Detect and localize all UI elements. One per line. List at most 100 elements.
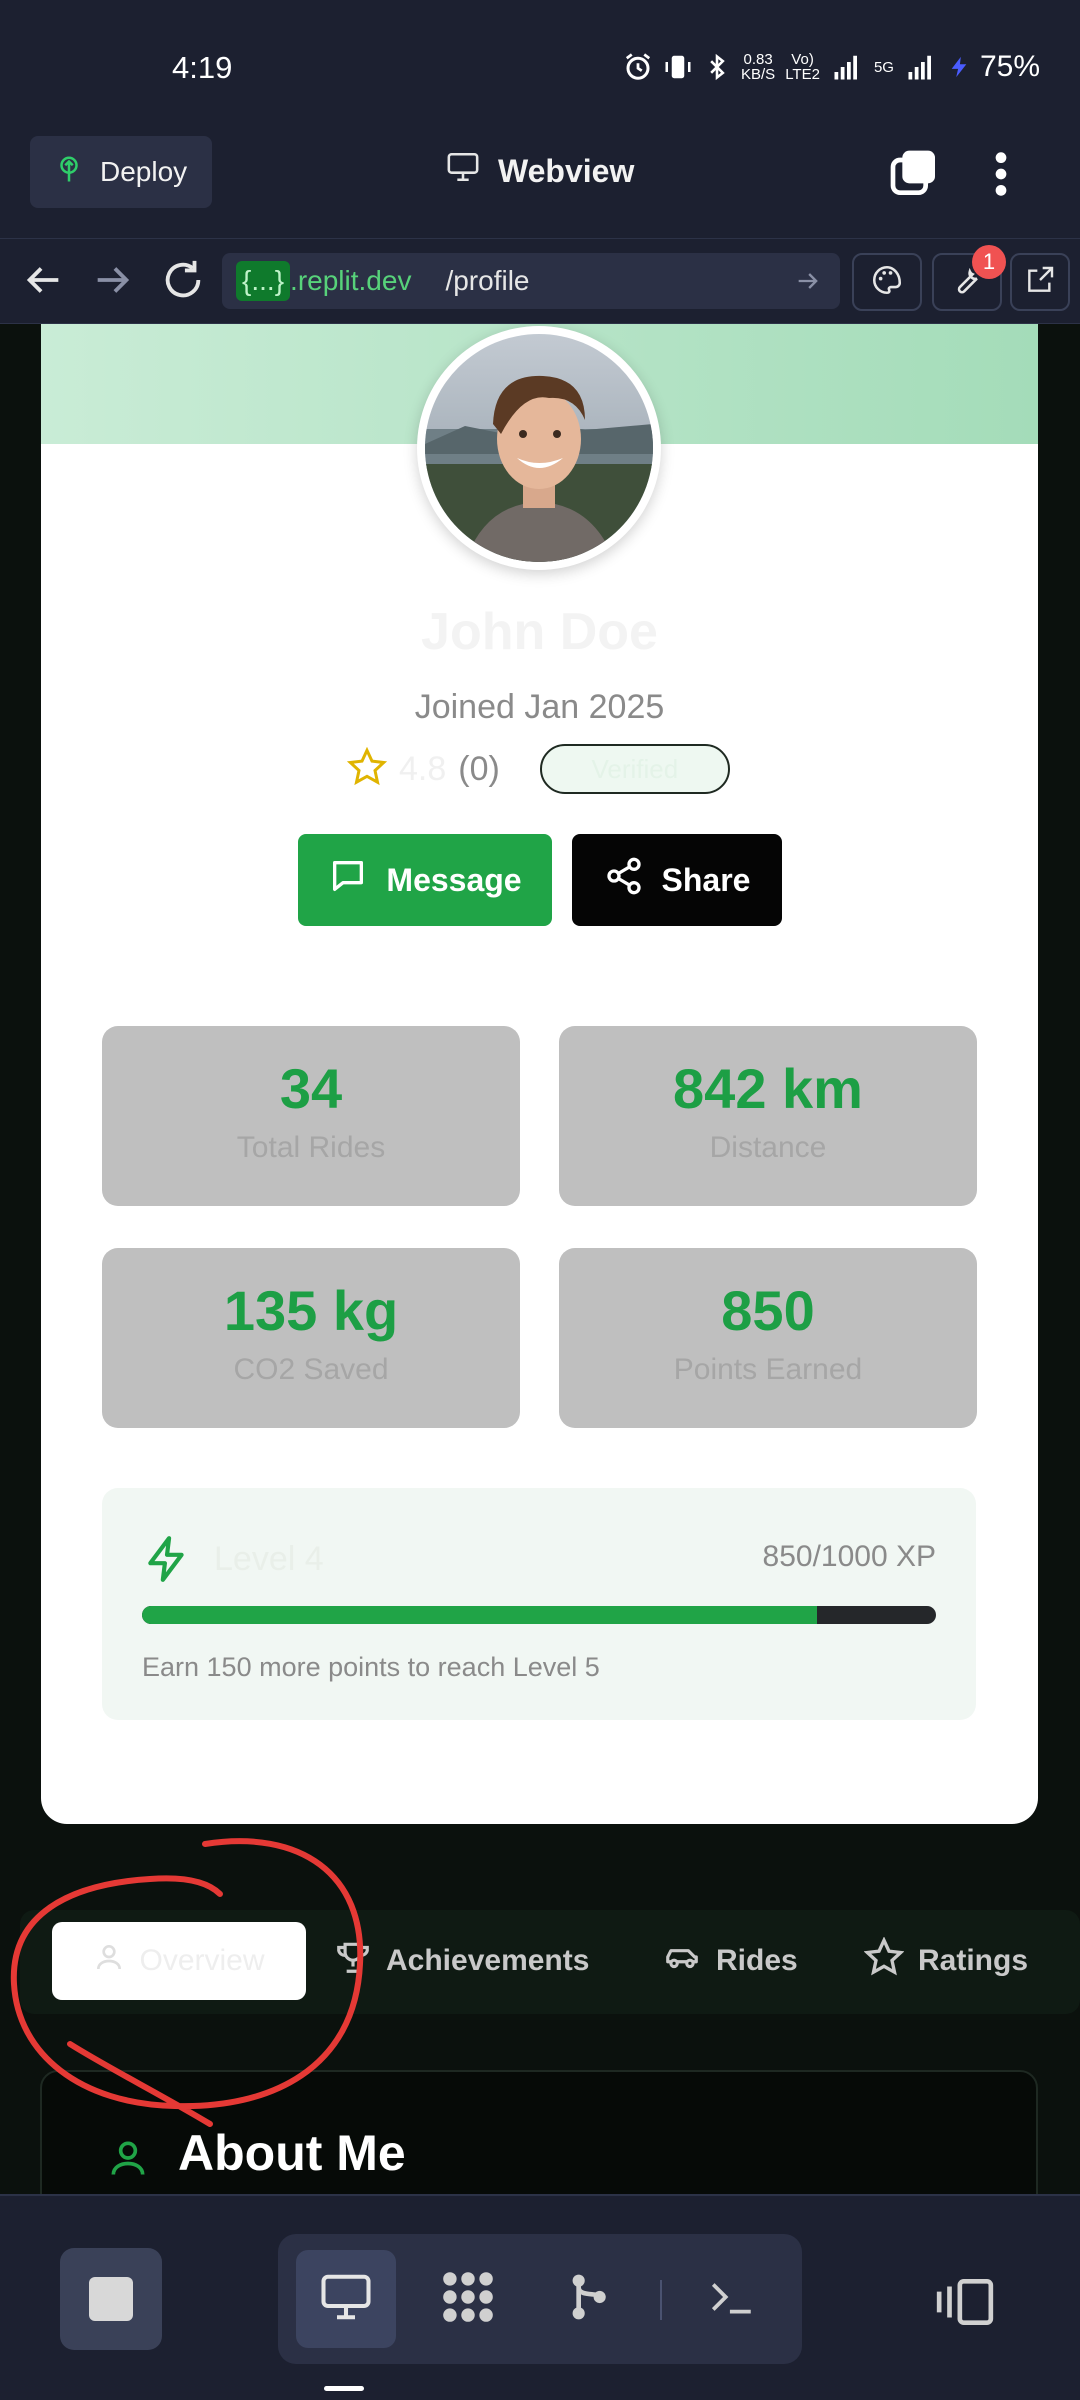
signal-icon-2 <box>904 52 938 82</box>
level-progress-fill <box>142 1606 817 1624</box>
palette-icon <box>870 263 904 302</box>
level-xp: 850/1000 XP <box>762 1540 936 1573</box>
stop-icon <box>89 2277 133 2321</box>
vibrate-icon <box>663 52 693 82</box>
deploy-icon <box>54 152 84 193</box>
webview-title-label: Webview <box>498 152 635 189</box>
more-options-icon[interactable] <box>986 146 1016 207</box>
stat-value: 34 <box>279 1057 343 1120</box>
trophy-icon <box>334 1938 372 1984</box>
stat-co2-saved: 135 kg CO2 Saved <box>102 1248 520 1428</box>
devtools-badge: 1 <box>972 245 1006 279</box>
stat-value: 850 <box>721 1279 815 1342</box>
profile-card: John Doe Joined Jan 2025 4.8 (0) Verifie… <box>41 324 1038 1824</box>
open-external-button[interactable] <box>1010 253 1070 311</box>
tab-label: Ratings <box>918 1944 1029 1977</box>
tab-label: Achievements <box>386 1944 590 1977</box>
external-link-icon <box>1024 264 1056 301</box>
share-button[interactable]: Share <box>572 834 782 926</box>
tool-switcher <box>278 2234 802 2364</box>
url-path: /profile <box>445 265 530 296</box>
app-header: Deploy Webview <box>0 128 1080 238</box>
network-type: 5G <box>873 58 894 76</box>
car-icon <box>662 1938 702 1984</box>
share-label: Share <box>661 861 751 898</box>
message-label: Message <box>386 861 522 898</box>
lightning-icon <box>142 1534 192 1589</box>
share-icon <box>604 856 644 904</box>
git-tool-button[interactable] <box>538 2250 638 2348</box>
level-progress-bar <box>142 1606 936 1624</box>
reload-icon[interactable] <box>160 257 206 308</box>
toolbar-divider <box>660 2280 662 2320</box>
about-title: About Me <box>178 2125 406 2181</box>
rating-row: 4.8 (0) Verified <box>346 744 730 794</box>
url-host-suffix: .replit.dev <box>290 265 412 296</box>
forward-arrow-icon[interactable] <box>90 257 136 308</box>
webview-content: John Doe Joined Jan 2025 4.8 (0) Verifie… <box>0 324 1080 2194</box>
stat-label: Total Rides <box>236 1131 386 1164</box>
bottom-toolbar <box>0 2194 1080 2400</box>
rating-value: 4.8 <box>399 749 447 788</box>
stat-label: CO2 Saved <box>233 1353 389 1386</box>
about-section: About Me <box>40 2070 1038 2194</box>
deploy-button[interactable]: Deploy <box>30 136 212 208</box>
go-arrow-icon[interactable] <box>794 267 822 302</box>
bluetooth-icon <box>703 52 731 82</box>
profile-name: John Doe <box>421 603 658 661</box>
packages-tool-button[interactable] <box>418 2250 518 2348</box>
star-outline-icon <box>863 1936 905 1985</box>
message-button[interactable]: Message <box>298 834 552 926</box>
joined-date: Joined Jan 2025 <box>414 688 665 726</box>
terminal-icon <box>704 2272 760 2327</box>
stat-label: Distance <box>709 1131 827 1164</box>
home-indicator <box>324 2386 364 2391</box>
split-view-icon[interactable] <box>934 2276 996 2333</box>
signal-icon <box>830 52 864 82</box>
devtools-button[interactable]: 1 <box>932 245 1006 311</box>
tab-ratings[interactable]: Ratings <box>863 1922 1029 2000</box>
charging-icon <box>948 51 970 83</box>
user-icon <box>106 2134 150 2187</box>
tabs-icon[interactable] <box>886 146 942 207</box>
stop-button[interactable] <box>60 2248 162 2350</box>
webview-tool-button[interactable] <box>296 2250 396 2348</box>
user-icon <box>93 1941 125 1981</box>
avatar <box>417 326 661 570</box>
deploy-label: Deploy <box>100 156 188 187</box>
status-bar: 4:19 0.83 KB/S Vo) LTE2 5G 75% <box>0 0 1080 128</box>
level-hint: Earn 150 more points to reach Level 5 <box>142 1652 600 1682</box>
grid-dots-icon <box>437 2266 499 2333</box>
tab-overview[interactable]: Overview <box>52 1922 306 2000</box>
level-title: Level 4 <box>214 1540 324 1578</box>
stat-points-earned: 850 Points Earned <box>559 1248 977 1428</box>
stat-distance: 842 km Distance <box>559 1026 977 1206</box>
tab-label: Overview <box>139 1944 265 1977</box>
message-icon <box>328 856 368 904</box>
url-input[interactable]: {...} .replit.dev /profile <box>222 253 840 309</box>
tab-rides[interactable]: Rides <box>662 1922 798 2000</box>
net-speed: 0.83 KB/S <box>741 51 776 83</box>
theme-palette-button[interactable] <box>852 253 922 311</box>
star-icon <box>346 746 388 792</box>
volte-indicator: Vo) LTE2 <box>785 51 820 83</box>
monitor-icon <box>444 150 482 192</box>
stat-total-rides: 34 Total Rides <box>102 1026 520 1206</box>
stat-value: 842 km <box>673 1057 863 1120</box>
url-bar: {...} .replit.dev /profile 1 <box>0 238 1080 324</box>
git-branch-icon <box>560 2267 616 2332</box>
tab-achievements[interactable]: Achievements <box>334 1922 589 2000</box>
alarm-icon <box>623 52 653 82</box>
rating-count: (0) <box>458 749 500 788</box>
battery-level: 75% <box>979 50 1040 83</box>
shell-tool-button[interactable] <box>682 2250 782 2348</box>
stat-label: Points Earned <box>673 1353 863 1386</box>
tab-label: Rides <box>716 1944 798 1977</box>
webview-title: Webview <box>444 150 634 192</box>
monitor-icon <box>317 2270 375 2329</box>
verified-badge: Verified <box>539 744 730 794</box>
url-host-prefix: {...} <box>236 261 291 301</box>
profile-tabs: Overview Achievements Rides Ratings <box>20 1910 1080 2014</box>
back-arrow-icon[interactable] <box>20 257 66 308</box>
status-icons: 0.83 KB/S Vo) LTE2 5G 75% <box>623 50 1040 84</box>
